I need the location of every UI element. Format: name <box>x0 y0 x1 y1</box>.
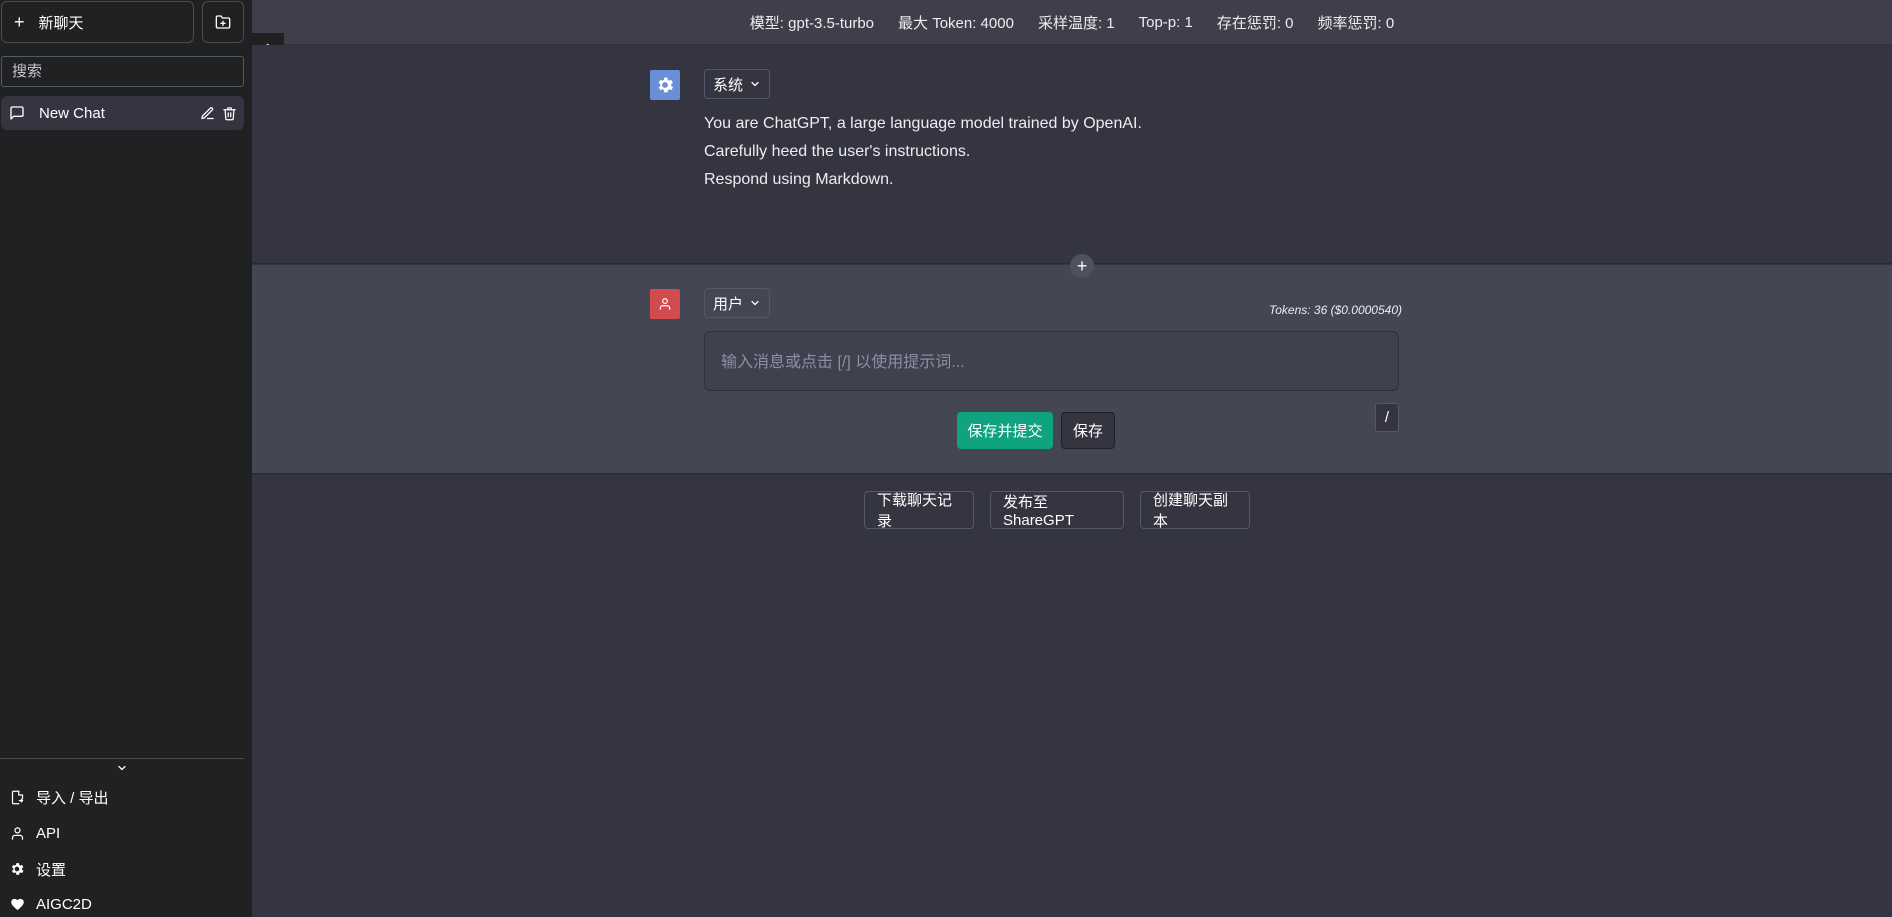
role-label: 系统 <box>713 76 744 94</box>
token-count: Tokens: 36 ($0.0000540) <box>1269 303 1402 317</box>
chat-title: New Chat <box>39 104 105 122</box>
trash-icon <box>222 106 236 120</box>
sidebar-item-api[interactable]: API <box>0 818 244 848</box>
new-folder-button[interactable] <box>202 1 244 43</box>
clone-chat-button[interactable]: 创建聊天副本 <box>1140 491 1250 530</box>
message-input[interactable] <box>704 331 1399 391</box>
model-info: 模型: gpt-3.5-turbo <box>749 14 875 32</box>
sidebar-item-import-export[interactable]: 导入 / 导出 <box>0 782 244 812</box>
sidebar-item-label: API <box>36 824 61 842</box>
gear-icon <box>9 861 25 877</box>
sidebar-divider <box>0 758 244 759</box>
sidebar-item-settings[interactable]: 设置 <box>0 854 244 884</box>
person-icon <box>659 298 671 310</box>
pencil-icon <box>200 106 214 119</box>
user-avatar <box>650 289 680 319</box>
role-label: 用户 <box>713 295 744 313</box>
system-message: 系统 <box>252 45 1892 264</box>
prompt-library-button[interactable]: / <box>1375 403 1399 432</box>
gear-icon <box>658 77 674 93</box>
system-role-select[interactable]: 系统 <box>704 69 771 99</box>
chevron-down-icon <box>751 300 759 306</box>
plus-icon: + <box>14 12 25 32</box>
delete-chat-button[interactable] <box>218 102 240 124</box>
add-message-button[interactable]: + <box>1070 254 1094 278</box>
system-message-line: Carefully heed the user's instructions. <box>704 143 971 160</box>
folder-plus-icon <box>215 15 231 29</box>
save-and-submit-button[interactable]: 保存并提交 <box>957 412 1053 449</box>
user-message: 用户 Tokens: 36 ($0.0000540) 保存并提交 保存 / <box>252 265 1892 474</box>
import-export-icon <box>9 789 25 805</box>
sidebar: + 新聊天 New Chat 导入 / 导出 API 设置 <box>0 0 252 917</box>
system-message-line: You are ChatGPT, a large language model … <box>704 115 1142 132</box>
max-token-info: 最大 Token: 4000 <box>898 14 1014 32</box>
new-chat-button[interactable]: + 新聊天 <box>1 1 194 43</box>
message-icon <box>10 106 24 120</box>
sidebar-item-label: 导入 / 导出 <box>36 789 109 807</box>
save-button[interactable]: 保存 <box>1061 412 1115 449</box>
sidebar-item-label: 设置 <box>36 861 67 879</box>
system-message-line: Respond using Markdown. <box>704 171 894 188</box>
chat-list-item[interactable]: New Chat <box>1 96 244 130</box>
chevron-down-icon <box>118 765 126 771</box>
person-icon <box>9 825 25 841</box>
presence-penalty-info: 存在惩罚: 0 <box>1216 14 1294 32</box>
heart-icon <box>9 896 25 912</box>
plus-icon: + <box>1076 256 1088 276</box>
download-chat-button[interactable]: 下载聊天记录 <box>864 491 974 530</box>
search-input[interactable] <box>1 56 244 87</box>
edit-chat-button[interactable] <box>196 102 218 124</box>
frequency-penalty-info: 频率惩罚: 0 <box>1317 14 1395 32</box>
collapse-menu-button[interactable] <box>113 760 131 776</box>
temperature-info: 采样温度: 1 <box>1037 14 1115 32</box>
sidebar-item-aigc2d[interactable]: AIGC2D <box>0 889 244 917</box>
new-chat-label: 新聊天 <box>38 14 84 32</box>
user-role-select[interactable]: 用户 <box>704 288 771 318</box>
model-config-bar[interactable]: 模型: gpt-3.5-turbo 最大 Token: 4000 采样温度: 1… <box>252 0 1892 45</box>
share-gpt-button[interactable]: 发布至 ShareGPT <box>990 491 1124 529</box>
chevron-down-icon <box>751 81 759 87</box>
system-avatar <box>650 70 680 100</box>
sidebar-item-label: AIGC2D <box>36 895 92 913</box>
top-p-info: Top-p: 1 <box>1138 13 1193 31</box>
